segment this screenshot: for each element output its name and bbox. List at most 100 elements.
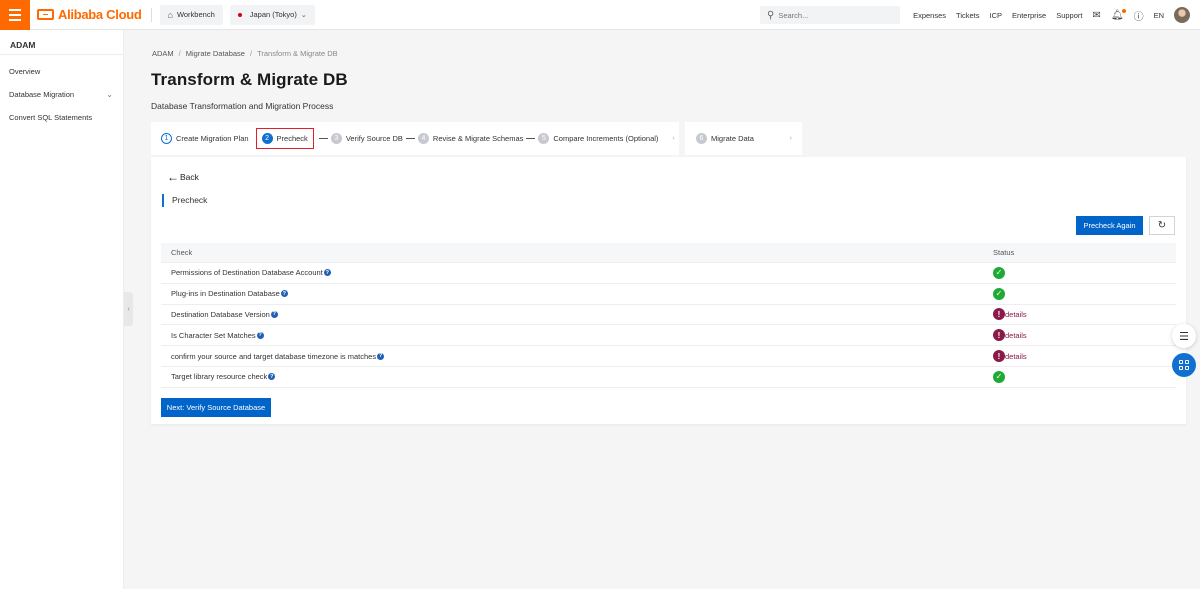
- grid-icon: [1179, 360, 1189, 370]
- check-name: Destination Database Version: [171, 309, 270, 319]
- bell-icon[interactable]: 🔔︎: [1111, 8, 1126, 21]
- step-compare-increments[interactable]: 5 Compare Increments (Optional): [538, 133, 658, 144]
- step-label: Migrate Data: [711, 134, 754, 143]
- step-number: 5: [538, 133, 550, 144]
- check-name: Target library resource check: [171, 372, 268, 382]
- breadcrumb-migrate-database[interactable]: Migrate Database: [186, 49, 245, 58]
- help-icon[interactable]: ?: [268, 373, 276, 381]
- user-avatar[interactable]: [1174, 7, 1190, 23]
- table-row: Destination Database Version? ! details: [161, 305, 1176, 326]
- step-number: 1: [161, 133, 172, 144]
- table-header: Check Status: [161, 243, 1176, 263]
- region-label: Japan (Tokyo): [249, 10, 297, 19]
- expenses-link[interactable]: Expenses: [913, 11, 946, 20]
- chevron-right-icon: ›: [672, 135, 675, 142]
- breadcrumb-current: Transform & Migrate DB: [257, 49, 338, 58]
- details-link[interactable]: details: [1005, 352, 1027, 361]
- step-number: 3: [330, 133, 342, 144]
- message-icon[interactable]: ✉: [1092, 10, 1100, 21]
- breadcrumb-adam[interactable]: ADAM: [152, 49, 174, 58]
- top-navigation-bar: Alibaba Cloud ⌂ Workbench Japan (Tokyo) …: [0, 0, 1200, 30]
- sidebar-item-label: Convert SQL Statements: [9, 113, 93, 122]
- warning-icon: !: [993, 329, 1005, 342]
- apps-grid-icon[interactable]: [1172, 353, 1196, 377]
- check-pass-icon: ✓: [993, 266, 1005, 279]
- sidebar-item-database-migration[interactable]: Database Migration ⌄: [0, 83, 123, 106]
- step-migrate-data[interactable]: 6 Migrate Data: [696, 133, 754, 144]
- step-connector: [405, 138, 415, 139]
- chevron-down-icon: ⌄: [106, 90, 113, 99]
- step-precheck[interactable]: 2 Precheck: [255, 128, 314, 149]
- global-search[interactable]: ⚲: [760, 6, 900, 24]
- details-link[interactable]: details: [1005, 310, 1027, 319]
- sidebar-collapse-handle[interactable]: ‹: [124, 292, 133, 326]
- table-row: Permissions of Destination Database Acco…: [161, 263, 1176, 284]
- hamburger-menu-icon[interactable]: [0, 0, 30, 30]
- sidebar-item-label: Database Migration: [9, 90, 75, 99]
- check-name: Is Character Set Matches: [171, 330, 256, 340]
- back-link[interactable]: ← Back: [167, 171, 199, 183]
- japan-flag-icon: [237, 12, 242, 17]
- breadcrumb-separator: /: [249, 49, 253, 58]
- icp-link[interactable]: ICP: [990, 11, 1003, 20]
- page-title: Transform & Migrate DB: [151, 70, 348, 89]
- support-link[interactable]: Support: [1056, 11, 1082, 20]
- help-icon[interactable]: ?: [323, 269, 331, 277]
- region-selector[interactable]: Japan (Tokyo) ⌄: [229, 4, 315, 25]
- search-input[interactable]: [778, 10, 879, 20]
- details-link[interactable]: details: [1005, 331, 1027, 340]
- step-number: 6: [696, 133, 707, 144]
- step-label: Create Migration Plan: [176, 134, 249, 143]
- step-label: Revise & Migrate Schemas: [432, 134, 524, 143]
- help-icon[interactable]: ?: [377, 352, 385, 360]
- product-name: ADAM: [10, 40, 36, 50]
- check-name: confirm your source and target database …: [171, 351, 377, 361]
- step-migrate-data-card: 6 Migrate Data ›: [685, 122, 802, 155]
- precheck-panel: ← Back Precheck Precheck Again ↻ Check S…: [151, 157, 1186, 424]
- help-icon[interactable]: ⓘ: [1134, 8, 1144, 23]
- table-row: Target library resource check? ✓: [161, 367, 1176, 388]
- step-label: Compare Increments (Optional): [553, 134, 659, 143]
- sidebar-item-overview[interactable]: Overview: [0, 60, 123, 83]
- refresh-icon: ↻: [1157, 220, 1167, 231]
- next-verify-source-button[interactable]: Next: Verify Source Database: [161, 398, 271, 417]
- help-icon[interactable]: ?: [256, 331, 264, 339]
- breadcrumb-separator: /: [178, 49, 181, 58]
- refresh-button[interactable]: ↻: [1149, 216, 1175, 235]
- enterprise-link[interactable]: Enterprise: [1012, 11, 1046, 20]
- brand-name: Alibaba Cloud: [58, 7, 142, 22]
- check-name: Permissions of Destination Database Acco…: [171, 268, 323, 278]
- chat-icon[interactable]: ☰: [1172, 324, 1196, 348]
- search-icon: ⚲: [767, 9, 775, 21]
- divider: [150, 7, 152, 22]
- chevron-left-icon: ‹: [127, 305, 130, 313]
- precheck-again-button[interactable]: Precheck Again: [1076, 216, 1143, 235]
- step-number: 4: [417, 133, 429, 144]
- home-icon: ⌂: [167, 9, 173, 20]
- alibaba-logo-icon: [37, 9, 54, 20]
- language-switcher[interactable]: EN: [1154, 11, 1164, 20]
- table-row: confirm your source and target database …: [161, 346, 1176, 367]
- migration-steps: 1 Create Migration Plan 2 Precheck 3 Ver…: [151, 122, 679, 155]
- help-icon[interactable]: ?: [270, 310, 278, 318]
- table-row: Is Character Set Matches? ! details: [161, 325, 1176, 347]
- step-label: Precheck: [276, 134, 308, 143]
- arrow-left-icon: ←: [167, 170, 179, 184]
- warning-icon: !: [993, 308, 1005, 321]
- help-icon[interactable]: ?: [280, 290, 288, 298]
- chevron-right-icon: ›: [789, 135, 792, 142]
- alibaba-cloud-logo[interactable]: Alibaba Cloud: [37, 0, 142, 30]
- check-pass-icon: ✓: [993, 287, 1005, 300]
- back-label: Back: [180, 172, 199, 182]
- sidebar-item-convert-sql[interactable]: Convert SQL Statements: [0, 106, 123, 129]
- page-subtitle: Database Transformation and Migration Pr…: [151, 101, 334, 111]
- step-create-migration-plan[interactable]: 1 Create Migration Plan: [161, 133, 249, 144]
- step-connector: [526, 138, 536, 139]
- workbench-button[interactable]: ⌂ Workbench: [159, 4, 223, 25]
- step-verify-source-db[interactable]: 3 Verify Source DB: [330, 133, 403, 144]
- notification-dot: [1121, 8, 1126, 13]
- step-label: Verify Source DB: [345, 134, 403, 143]
- section-title: Precheck: [162, 194, 207, 207]
- tickets-link[interactable]: Tickets: [956, 11, 979, 20]
- step-revise-migrate-schemas[interactable]: 4 Revise & Migrate Schemas: [417, 133, 524, 144]
